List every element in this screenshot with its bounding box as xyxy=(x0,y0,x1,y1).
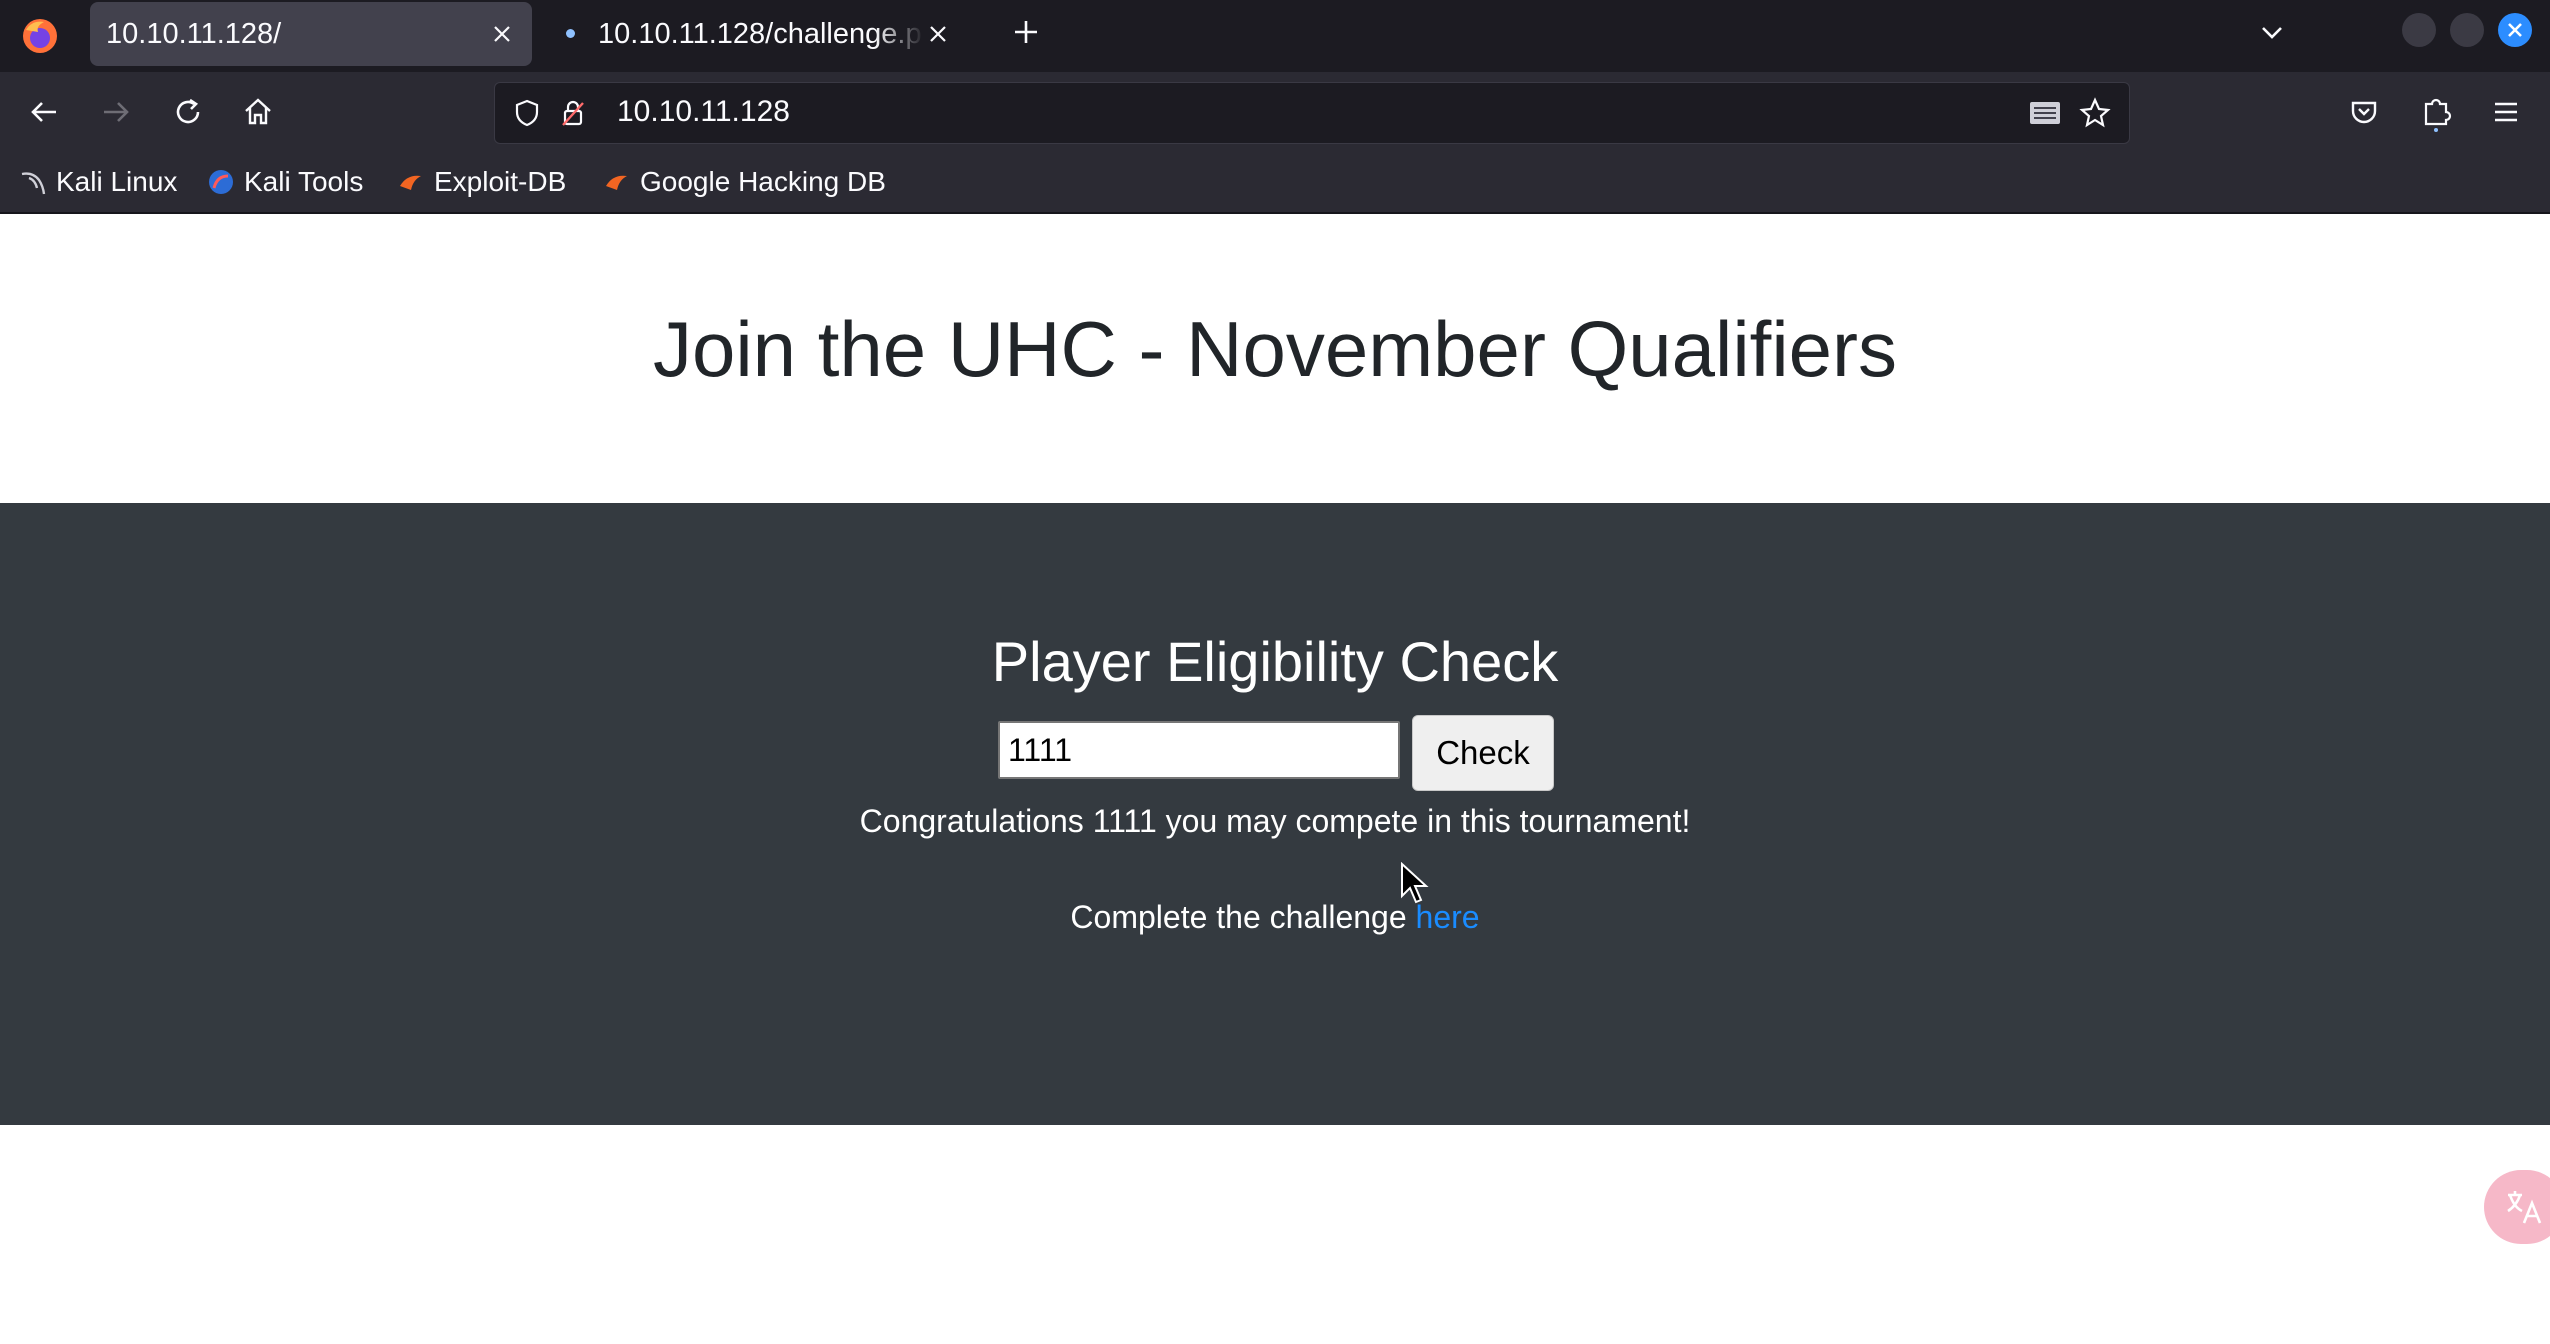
forward-arrow-icon[interactable] xyxy=(88,84,144,140)
kali-dragon-icon xyxy=(18,167,48,197)
chevron-down-icon[interactable] xyxy=(2250,10,2294,54)
bookmark-exploit-db[interactable]: Exploit-DB xyxy=(396,160,566,204)
new-tab-icon[interactable] xyxy=(1004,10,1048,54)
page-title: Join the UHC - November Qualifiers xyxy=(652,304,1898,393)
home-icon[interactable] xyxy=(230,84,286,140)
tab-home[interactable]: 10.10.11.128/ xyxy=(90,2,532,66)
pocket-icon[interactable] xyxy=(2336,84,2392,140)
firefox-icon[interactable] xyxy=(14,10,66,62)
tab-challenge[interactable]: 10.10.11.128/challenge.php xyxy=(548,2,968,66)
bookmark-kali-tools[interactable]: Kali Tools xyxy=(206,160,363,204)
eligibility-result: Congratulations 1111 you may compete in … xyxy=(859,803,1691,839)
player-id-input[interactable] xyxy=(998,721,1400,779)
close-icon[interactable] xyxy=(486,18,518,50)
shield-icon[interactable] xyxy=(507,93,547,133)
hamburger-menu-icon[interactable] xyxy=(2478,84,2534,140)
eligibility-panel: Player Eligibility Check Check Congratul… xyxy=(0,503,2550,1125)
back-arrow-icon[interactable] xyxy=(16,84,72,140)
close-icon[interactable] xyxy=(922,18,954,50)
panel-heading: Player Eligibility Check xyxy=(991,630,1559,693)
bookmark-kali-linux[interactable]: Kali Linux xyxy=(18,160,177,204)
check-button[interactable]: Check xyxy=(1412,715,1554,791)
url-bar[interactable]: 10.10.11.128 xyxy=(494,82,2130,144)
insecure-lock-icon[interactable] xyxy=(553,93,593,133)
translate-icon[interactable] xyxy=(2484,1170,2550,1244)
bookmark-google-hacking-db[interactable]: Google Hacking DB xyxy=(602,160,886,204)
mouse-cursor-icon xyxy=(1400,861,1430,906)
close-window-button[interactable] xyxy=(2498,13,2532,47)
exploit-db-icon xyxy=(396,167,426,197)
bookmark-label: Kali Linux xyxy=(56,166,178,197)
bookmark-label: Google Hacking DB xyxy=(640,166,886,197)
tab-bar: 10.10.11.128/ 10.10.11.128/challenge.php xyxy=(0,0,2550,72)
navigation-toolbar: 10.10.11.128 xyxy=(0,72,2550,152)
tab-title: 10.10.11.128/challenge.php xyxy=(598,17,924,50)
tab-unread-indicator xyxy=(566,29,575,38)
kali-tools-icon xyxy=(206,167,236,197)
bookmark-label: Kali Tools xyxy=(244,166,364,197)
page-content: Join the UHC - November Qualifiers Playe… xyxy=(0,215,2550,1344)
url-text[interactable]: 10.10.11.128 xyxy=(617,95,790,129)
bookmark-label: Exploit-DB xyxy=(434,166,567,197)
minimize-window-button[interactable] xyxy=(2402,13,2436,47)
challenge-prefix: Complete the challenge xyxy=(1070,899,1416,935)
bookmarks-toolbar: Kali Linux Kali Tools Exploit-DB Google … xyxy=(0,152,2550,214)
extensions-icon[interactable] xyxy=(2408,84,2464,140)
tab-title: 10.10.11.128/ xyxy=(106,17,282,50)
challenge-line: Complete the challenge here xyxy=(0,899,2550,936)
maximize-window-button[interactable] xyxy=(2450,13,2484,47)
ghdb-icon xyxy=(602,167,632,197)
page-header: Join the UHC - November Qualifiers xyxy=(0,215,2550,503)
reload-icon[interactable] xyxy=(160,84,216,140)
reader-view-icon[interactable] xyxy=(2025,93,2065,133)
bookmark-star-icon[interactable] xyxy=(2075,93,2115,133)
